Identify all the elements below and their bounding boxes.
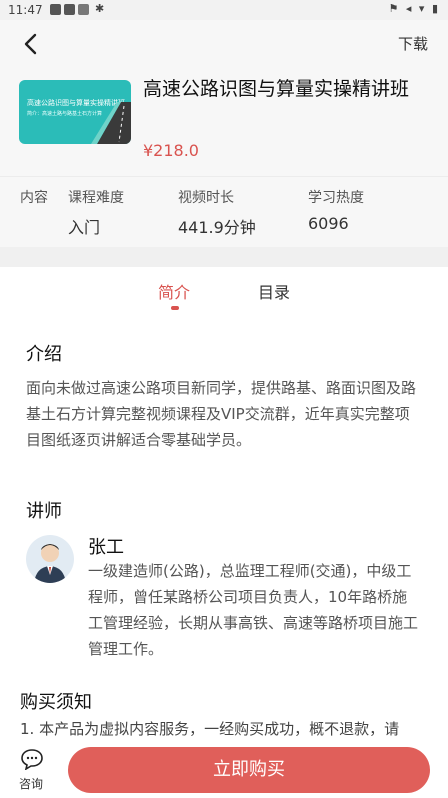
consult-label: 咨询 <box>19 777 44 791</box>
notification-icon <box>50 4 61 15</box>
duration-value: 441.9分钟 <box>178 218 256 237</box>
road-illustration-icon <box>91 102 131 144</box>
tab-intro[interactable]: 简介 <box>158 279 190 303</box>
tab-catalog[interactable]: 目录 <box>258 279 290 303</box>
status-time: 11:47 <box>8 3 43 17</box>
status-glyphs: ⚑ ◂ ▾ ▮ <box>388 2 440 15</box>
popularity-label: 学习热度 <box>308 190 364 206</box>
tab-bar: 简介 目录 <box>0 267 448 317</box>
course-stats: 内容 课程难度 入门 视频时长 441.9分钟 学习热度 6096 <box>0 176 448 247</box>
section-divider <box>0 247 448 267</box>
purchase-notice: 1. 本产品为虚拟内容服务，一经购买成功，概不退款，请 <box>20 720 400 738</box>
back-arrow-icon[interactable] <box>18 30 46 58</box>
active-tab-indicator <box>171 306 179 310</box>
status-bar: 11:47 ✱ ⚑ ◂ ▾ ▮ <box>0 0 448 20</box>
stats-content-label: 内容 <box>20 190 48 206</box>
teacher-section-title: 讲师 <box>26 501 62 522</box>
intro-text: 面向未做过高速公路项目新同学，提供路基、路面识图及路基土石方计算完整视频课程及V… <box>26 379 417 449</box>
chat-bubble-icon <box>21 749 43 770</box>
duration-label: 视频时长 <box>178 190 234 206</box>
teacher-avatar <box>26 535 74 583</box>
popularity-value: 6096 <box>308 214 349 233</box>
difficulty-value: 入门 <box>68 218 101 237</box>
purchase-title: 购买须知 <box>20 692 92 713</box>
notification-icon <box>78 4 89 15</box>
notification-icon <box>64 4 75 15</box>
teacher-desc: 一级建造师(公路)，总监理工程师(交通)，中级工程师，曾任某路桥公司项目负责人，… <box>88 562 419 658</box>
course-title: 高速公路识图与算量实操精讲班 <box>143 78 410 100</box>
debug-icon: ✱ <box>95 2 105 15</box>
course-price: ¥218.0 <box>143 141 199 160</box>
teacher-avatar-icon <box>34 544 66 583</box>
teacher-name: 张工 <box>88 537 124 558</box>
buy-now-button[interactable]: 立即购买 <box>68 747 430 793</box>
top-bar: 下载 <box>0 20 448 68</box>
course-thumbnail: 高速公路识图与算量实操精讲班 简介：高速土路与路基土石方计算 <box>19 80 131 144</box>
consult-button[interactable]: 咨询 <box>14 748 50 792</box>
download-button[interactable]: 下载 <box>398 33 428 54</box>
course-header: 高速公路识图与算量实操精讲班 简介：高速土路与路基土石方计算 高速公路识图与算量… <box>0 68 448 176</box>
intro-title: 介绍 <box>26 344 62 365</box>
difficulty-label: 课程难度 <box>68 190 124 206</box>
